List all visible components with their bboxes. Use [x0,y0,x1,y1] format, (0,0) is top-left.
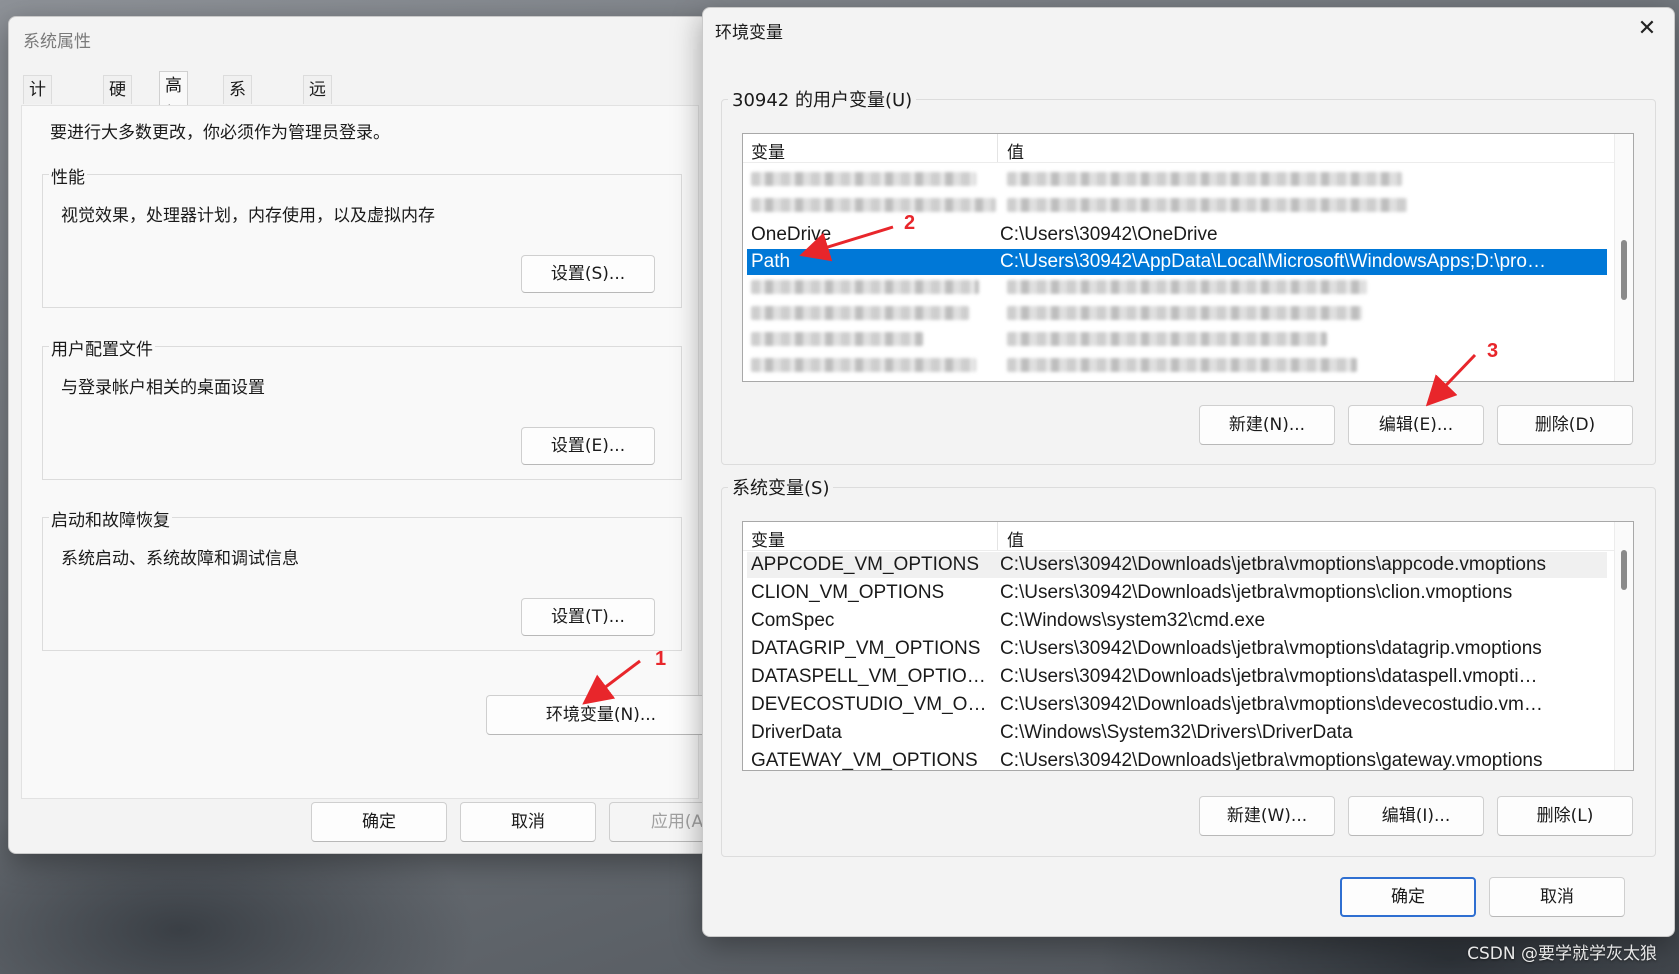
watermark: CSDN @要学就学灰太狼 [1467,944,1657,964]
annotation-marker-3: 3 [1487,340,1499,362]
arrow-3-icon [1425,353,1477,407]
arrow-2-icon [799,225,894,262]
annotation-marker-1: 1 [655,648,667,670]
arrow-1-icon [582,659,641,705]
annotation-marker-2: 2 [904,212,916,234]
annotation-overlay [582,225,1477,705]
